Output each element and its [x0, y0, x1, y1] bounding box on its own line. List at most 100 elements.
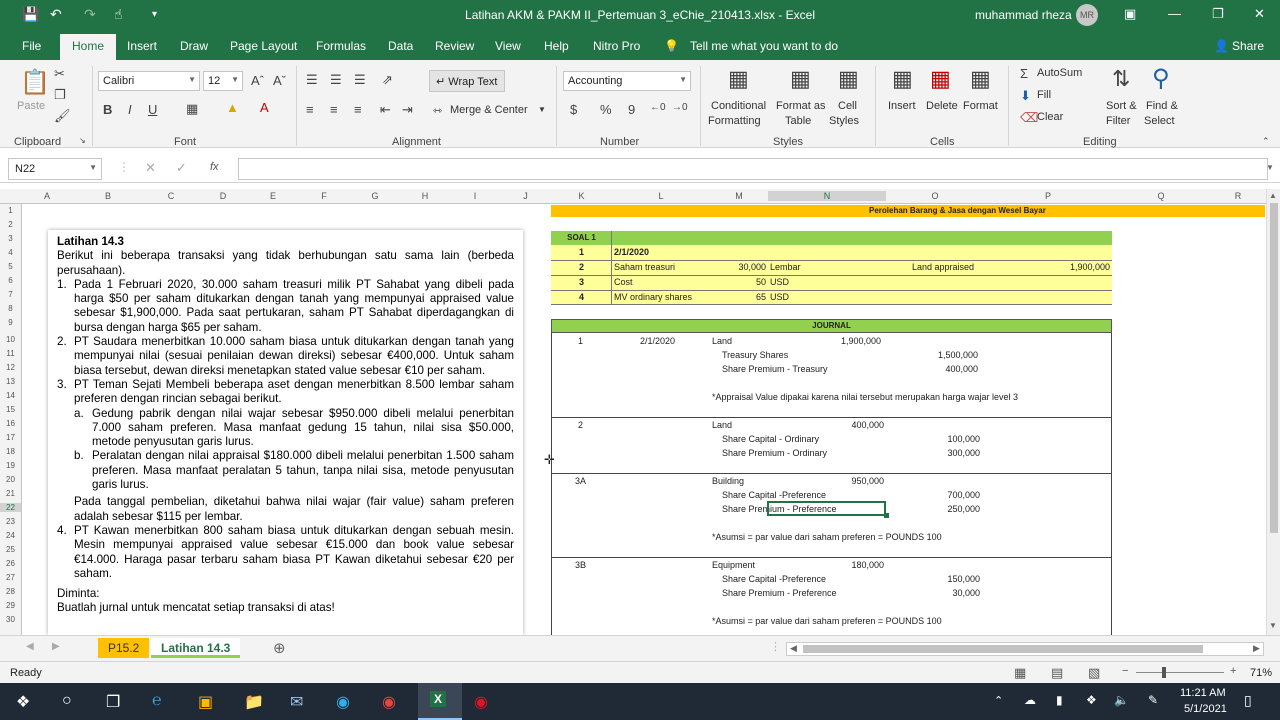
normal-view-icon[interactable]: ▦: [1014, 665, 1026, 681]
cut-icon[interactable]: ✂: [54, 66, 65, 82]
page-break-view-icon[interactable]: ▧: [1088, 665, 1100, 681]
collapse-ribbon-icon[interactable]: ⌃: [1262, 136, 1270, 147]
avatar[interactable]: MR: [1076, 4, 1098, 26]
format-cells-button[interactable]: Format: [963, 100, 998, 112]
column-header[interactable]: E: [248, 191, 298, 201]
maximize-icon[interactable]: ❐: [1212, 6, 1224, 22]
column-header[interactable]: K: [551, 191, 612, 201]
zoom-level[interactable]: 71%: [1250, 667, 1272, 679]
row-header[interactable]: 14: [0, 391, 21, 400]
fill-handle[interactable]: [884, 513, 889, 518]
row-header[interactable]: 12: [0, 363, 21, 372]
font-size-select[interactable]: 12 ▼: [203, 71, 243, 91]
increase-font-icon[interactable]: Aˆ: [251, 73, 264, 88]
autosum-button[interactable]: AutoSum: [1037, 67, 1082, 79]
column-header[interactable]: F: [298, 191, 350, 201]
zoom-slider-thumb[interactable]: [1162, 667, 1166, 678]
row-header[interactable]: 1: [0, 206, 21, 215]
next-sheet-icon[interactable]: ▶: [52, 641, 60, 652]
insert-function-button[interactable]: fx: [210, 161, 219, 173]
zoom-out-icon[interactable]: −: [1122, 665, 1128, 677]
enter-icon[interactable]: ✓: [176, 160, 187, 176]
horizontal-scrollbar[interactable]: ◀ ▶: [786, 642, 1264, 656]
number-format-select[interactable]: Accounting ▼: [563, 71, 691, 91]
store-icon[interactable]: ▣: [198, 692, 213, 712]
row-header[interactable]: 7: [0, 290, 21, 299]
align-left-icon[interactable]: ≡: [306, 102, 314, 117]
cell-styles-button[interactable]: Cell: [838, 100, 857, 112]
clock-time[interactable]: 11:21 AM: [1180, 687, 1226, 699]
align-right-icon[interactable]: ≡: [354, 102, 362, 117]
format-painter-icon[interactable]: 🖌: [54, 108, 71, 124]
chrome-icon[interactable]: ◉: [382, 692, 396, 712]
increase-indent-icon[interactable]: ⇥: [402, 102, 413, 118]
increase-decimal-icon[interactable]: ←0: [650, 102, 666, 113]
orientation-icon[interactable]: ⇗: [382, 72, 393, 88]
pen-icon[interactable]: ✎: [1148, 693, 1158, 707]
row-header[interactable]: 29: [0, 601, 21, 610]
row-header[interactable]: 22: [0, 503, 21, 512]
tab-help[interactable]: Help: [544, 39, 569, 53]
row-header[interactable]: 19: [0, 461, 21, 470]
tab-insert[interactable]: Insert: [127, 39, 157, 53]
sort-filter-button[interactable]: Sort &: [1106, 100, 1137, 112]
column-header[interactable]: M: [710, 191, 768, 201]
paste-icon[interactable]: 📋: [20, 68, 50, 97]
scroll-up-icon[interactable]: ▲: [1269, 191, 1277, 200]
row-header[interactable]: 30: [0, 615, 21, 624]
paste-button[interactable]: Paste: [17, 100, 45, 112]
windows-start-icon[interactable]: ❖: [16, 692, 30, 712]
comma-button[interactable]: 9: [628, 102, 635, 117]
sheet-tab-latihan-14-3[interactable]: Latihan 14.3: [151, 638, 241, 658]
column-header[interactable]: C: [144, 191, 198, 201]
record-icon[interactable]: ◉: [474, 692, 488, 712]
row-header[interactable]: 8: [0, 304, 21, 313]
row-header[interactable]: 3: [0, 234, 21, 243]
fill-button[interactable]: Fill: [1037, 89, 1051, 101]
column-header[interactable]: Q: [1112, 191, 1210, 201]
tab-review[interactable]: Review: [435, 39, 474, 53]
user-name[interactable]: muhammad rheza: [975, 8, 1072, 22]
tab-split-icon[interactable]: ⋮: [770, 640, 781, 653]
row-header[interactable]: 20: [0, 475, 21, 484]
tab-formulas[interactable]: Formulas: [316, 39, 366, 53]
minimize-icon[interactable]: —: [1168, 6, 1181, 21]
tab-data[interactable]: Data: [388, 39, 413, 53]
share-button[interactable]: Share: [1232, 39, 1264, 53]
column-header[interactable]: N: [768, 191, 886, 201]
bold-button[interactable]: B: [103, 102, 112, 117]
column-header[interactable]: J: [500, 191, 551, 201]
column-header[interactable]: D: [198, 191, 248, 201]
row-header[interactable]: 21: [0, 489, 21, 498]
tell-me-search[interactable]: Tell me what you want to do: [690, 39, 838, 53]
row-header[interactable]: 10: [0, 335, 21, 344]
scroll-thumb[interactable]: [803, 645, 1203, 653]
excel-taskbar-button[interactable]: X: [418, 683, 462, 720]
row-header[interactable]: 2: [0, 220, 21, 229]
column-header[interactable]: G: [350, 191, 400, 201]
mail-icon[interactable]: ✉: [290, 692, 303, 712]
delete-cells-button[interactable]: Delete: [926, 100, 958, 112]
column-header[interactable]: P: [984, 191, 1112, 201]
tab-home[interactable]: Home: [60, 34, 117, 60]
row-header[interactable]: 27: [0, 573, 21, 582]
tab-view[interactable]: View: [495, 39, 521, 53]
wrap-text-button[interactable]: ↵ Wrap Text: [429, 70, 505, 92]
page-layout-view-icon[interactable]: ▤: [1051, 665, 1063, 681]
volume-icon[interactable]: 🔈: [1114, 693, 1129, 707]
tab-nitro-pro[interactable]: Nitro Pro: [593, 39, 640, 53]
dropbox-icon[interactable]: ❖: [1086, 693, 1097, 707]
align-top-icon[interactable]: ☰: [306, 72, 318, 88]
scroll-down-icon[interactable]: ▼: [1269, 621, 1277, 630]
name-box[interactable]: N22 ▼: [8, 158, 102, 180]
network-icon[interactable]: ☁: [1024, 693, 1036, 707]
decrease-font-icon[interactable]: Aˇ: [273, 73, 286, 88]
column-header[interactable]: B: [72, 191, 144, 201]
align-middle-icon[interactable]: ☰: [330, 72, 342, 88]
font-color-icon[interactable]: A: [260, 100, 269, 115]
expand-formula-icon[interactable]: ▼: [1266, 163, 1274, 172]
row-header[interactable]: 13: [0, 377, 21, 386]
scroll-right-icon[interactable]: ▶: [1253, 643, 1260, 654]
file-explorer-icon[interactable]: 📁: [244, 692, 264, 712]
column-header[interactable]: L: [612, 191, 710, 201]
